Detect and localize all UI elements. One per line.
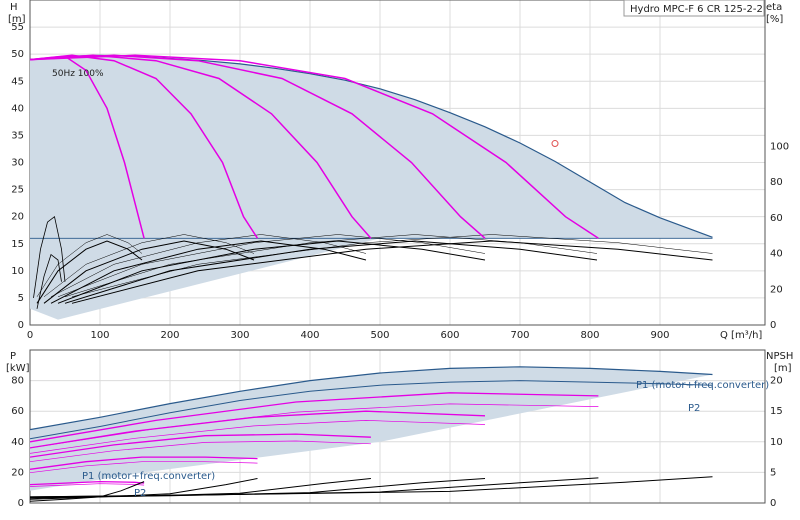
x-tick-label: 400 (300, 330, 319, 341)
y-left-tick-label: 10 (11, 266, 24, 277)
p2-label-left: P2 (134, 488, 146, 499)
y-right-tick-label: 40 (770, 249, 783, 260)
x-tick-label: 500 (370, 330, 389, 341)
bottom-y-left-label: P (10, 351, 16, 362)
x-tick-label: 200 (160, 330, 179, 341)
speed-label: 50Hz 100% (52, 69, 104, 79)
bottom-y-right-tick-label: 5 (770, 467, 776, 478)
bottom-y-left-tick-label: 80 (11, 376, 24, 387)
y-left-tick-label: 25 (11, 185, 24, 196)
y-left-tick-label: 50 (11, 49, 24, 60)
bottom-y-left-tick-label: 20 (11, 467, 24, 478)
y-right-tick-label: 100 (770, 141, 789, 152)
bottom-y-right-tick-label: 20 (770, 376, 783, 387)
x-tick-label: 600 (440, 330, 459, 341)
top-y-right-unit: [%] (766, 14, 783, 25)
y-right-tick-label: 80 (770, 177, 783, 188)
product-name: Hydro MPC-F 6 CR 125-2-2 (630, 4, 763, 15)
bottom-y-left-unit: [kW] (6, 363, 30, 374)
x-tick-label: 900 (650, 330, 669, 341)
top-envelope (29, 54, 713, 320)
y-left-tick-label: 35 (11, 130, 24, 141)
top-x-label: Q [m³/h] (720, 330, 762, 341)
y-left-tick-label: 15 (11, 239, 24, 250)
bottom-y-right-label: NPSH (766, 351, 793, 362)
y-left-tick-label: 0 (18, 320, 24, 331)
y-left-tick-label: 45 (11, 76, 24, 87)
top-y-left-label: H (10, 2, 18, 13)
p1-label-right: P1 (motor+freq.converter) (636, 380, 769, 391)
top-envelope-fill (30, 55, 713, 320)
y-left-tick-label: 20 (11, 212, 24, 223)
x-tick-label: 0 (27, 330, 33, 341)
x-tick-label: 300 (230, 330, 249, 341)
bottom-y-right-unit: [m] (774, 363, 792, 374)
y-right-tick-label: 0 (770, 320, 776, 331)
x-tick-label: 700 (510, 330, 529, 341)
top-y-left-unit: [m] (8, 14, 26, 25)
bottom-y-right-tick-label: 0 (770, 498, 776, 509)
bottom-y-left-tick-label: 60 (11, 406, 24, 417)
bottom-y-right-tick-label: 15 (770, 406, 783, 417)
y-right-tick-label: 20 (770, 284, 783, 295)
p2-label-right: P2 (688, 403, 700, 414)
bottom-y-left-tick-label: 0 (18, 498, 24, 509)
chart-svg: 0 100 200 300 400 500 600 700 800 900051015202530… (6, 0, 793, 509)
y-left-tick-label: 40 (11, 103, 24, 114)
x-tick-label: 800 (580, 330, 599, 341)
pump-performance-chart: 0 100 200 300 400 500 600 700 800 900 0 5 10 15 20 25 30… (0, 0, 800, 520)
y-right-tick-label: 60 (770, 213, 783, 224)
x-tick-label: 100 (90, 330, 109, 341)
top-y-right-label: eta (766, 2, 782, 13)
operating-point (551, 140, 559, 148)
bottom-y-left-tick-label: 40 (11, 437, 24, 448)
y-left-tick-label: 30 (11, 158, 24, 169)
bottom-y-right-tick-label: 10 (770, 437, 783, 448)
p1-label-left: P1 (motor+freq.converter) (82, 471, 215, 482)
y-left-tick-label: 5 (18, 293, 24, 304)
